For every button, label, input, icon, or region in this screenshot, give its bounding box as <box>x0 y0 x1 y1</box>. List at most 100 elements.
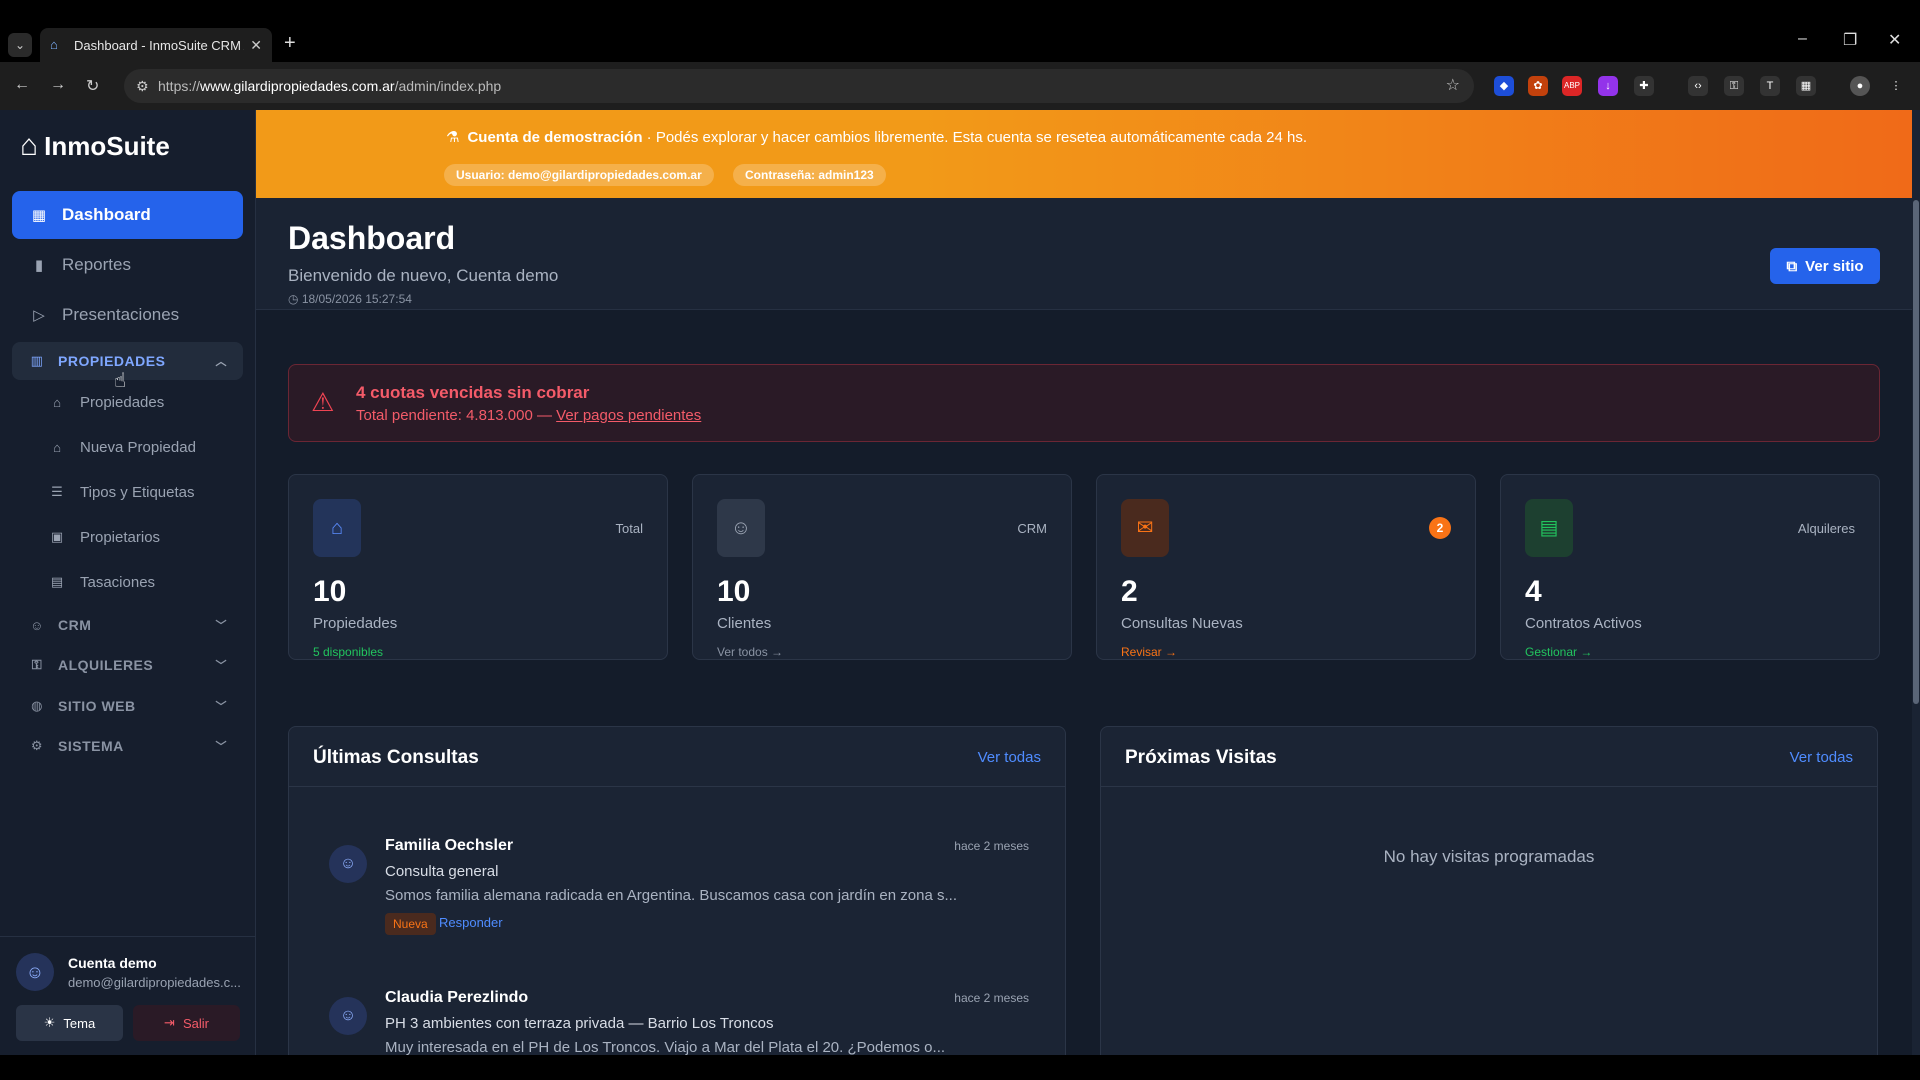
extensions-puzzle-icon[interactable]: ✚ <box>1634 76 1654 96</box>
globe-icon: ◍ <box>31 698 43 713</box>
devtools-icon[interactable]: ‹› <box>1688 76 1708 96</box>
sidebar-subitem-label: Propietarios <box>80 528 161 546</box>
stat-link[interactable]: 5 disponibles <box>313 645 383 659</box>
theme-button[interactable]: ☀ Tema <box>16 1005 123 1041</box>
sidebar-group-sitio-web[interactable]: ◍ SITIO WEB ﹀ <box>12 687 243 725</box>
logout-button[interactable]: ⇥ Salir <box>133 1005 240 1041</box>
chevron-up-icon: ︿ <box>215 356 227 368</box>
sidebar-subitem-label: Tasaciones <box>80 573 156 591</box>
home-icon: ⌂ <box>313 499 361 557</box>
minimize-icon[interactable]: – <box>1798 30 1807 48</box>
sidebar: ⌂ InmoSuite ▦ Dashboard ▮ Reportes ▷ Pre… <box>0 110 256 1055</box>
sidebar-subitem-propietarios[interactable]: ▣ Propietarios <box>48 519 160 555</box>
tab-search-button[interactable]: ⌄ <box>8 33 32 57</box>
extension-icon[interactable]: ✿ <box>1528 76 1548 96</box>
sidebar-subitem-label: Nueva Propiedad <box>80 438 196 456</box>
restore-icon[interactable]: ❐ <box>1843 30 1857 50</box>
sidebar-group-sistema[interactable]: ⚙ SISTEMA ﹀ <box>12 727 243 765</box>
demo-banner-title: Cuenta de demostración <box>467 129 643 146</box>
forward-icon[interactable]: → <box>50 76 66 94</box>
sidebar-item-label: Presentaciones <box>62 305 180 324</box>
sidebar-item-dashboard[interactable]: ▦ Dashboard <box>12 191 243 239</box>
stat-link[interactable]: Ver todos → <box>717 645 783 659</box>
stat-number: 10 <box>717 575 751 608</box>
page-timestamp: ◷ 18/05/2026 15:27:54 <box>288 292 412 306</box>
scrollbar-thumb[interactable] <box>1913 200 1919 704</box>
user-avatar-icon[interactable]: ☺ <box>16 953 54 991</box>
house-logo-icon: ⌂ <box>20 129 39 162</box>
stat-number: 2 <box>1121 575 1138 608</box>
pending-payments-link[interactable]: Ver pagos pendientes <box>556 407 701 424</box>
alert-text: Total pendiente: 4.813.000 — Ver pagos p… <box>356 407 701 424</box>
see-all-link[interactable]: Ver todas <box>1790 749 1853 766</box>
status-badge: Nueva <box>385 913 436 935</box>
address-bar[interactable]: ⚙ https://www.gilardipropiedades.com.ar/… <box>124 69 1474 103</box>
theme-button-label: Tema <box>63 1015 96 1031</box>
profile-avatar-icon[interactable]: ● <box>1850 76 1870 96</box>
sidebar-item-reportes[interactable]: ▮ Reportes <box>12 241 243 289</box>
back-icon[interactable]: ← <box>14 76 30 94</box>
stat-label: Clientes <box>717 615 772 632</box>
stat-link[interactable]: Gestionar → <box>1525 645 1592 659</box>
gear-icon: ⚙ <box>30 738 44 753</box>
sidebar-subitem-tipos-etiquetas[interactable]: ☰ Tipos y Etiquetas <box>48 474 194 510</box>
new-tab-icon[interactable]: + <box>284 32 296 55</box>
sidebar-item-label: Reportes <box>62 255 131 274</box>
close-window-icon[interactable]: ✕ <box>1888 30 1901 50</box>
sidebar-subitem-nueva-propiedad[interactable]: ⌂ Nueva Propiedad <box>48 429 196 465</box>
stat-card-propiedades[interactable]: ⌂ Total 10 Propiedades 5 disponibles <box>288 474 668 660</box>
chevron-down-icon: ﹀ <box>215 701 227 713</box>
sidebar-group-crm[interactable]: ☺ CRM ﹀ <box>12 606 243 644</box>
stat-tag: Total <box>615 521 643 536</box>
query-name: Claudia Perezlindo <box>385 989 529 1006</box>
close-tab-icon[interactable]: ✕ <box>250 37 262 54</box>
sidebar-subitem-propiedades[interactable]: ⌂ Propiedades <box>48 384 164 420</box>
scrollbar[interactable] <box>1912 110 1920 1055</box>
reply-link[interactable]: Responder <box>439 915 503 930</box>
browser-tab[interactable]: ⌂ Dashboard - InmoSuite CRM A ✕ <box>40 28 272 62</box>
page-subtitle: Bienvenido de nuevo, Cuenta demo <box>288 266 559 285</box>
sidebar-group-label: PROPIEDADES <box>58 353 166 369</box>
browser-menu-icon[interactable]: ⋮ <box>1886 76 1906 96</box>
bar-chart-icon: ▮ <box>34 257 44 274</box>
logo[interactable]: ⌂ InmoSuite <box>20 126 170 166</box>
sidebar-subitem-tasaciones[interactable]: ▤ Tasaciones <box>48 564 155 600</box>
view-site-button[interactable]: ⧉ Ver sitio <box>1770 248 1880 284</box>
query-body: Muy interesada en el PH de Los Troncos. … <box>385 1039 946 1055</box>
url-host: www.gilardipropiedades.com.ar <box>200 78 395 94</box>
apps-grid-icon[interactable]: ▦ <box>1796 76 1816 96</box>
url-path: /admin/index.php <box>394 78 502 94</box>
empty-state: No hay visitas programadas <box>1383 847 1595 866</box>
clock-icon: ◷ <box>288 292 302 306</box>
list-item[interactable]: ☺ Claudia Perezlindo hace 2 meses PH 3 a… <box>329 989 1029 1055</box>
mouse-cursor-icon: ☝ <box>114 370 127 392</box>
users-icon: ☺ <box>717 499 765 557</box>
password-key-icon[interactable]: ⚿ <box>1724 76 1744 96</box>
translate-icon[interactable]: T <box>1760 76 1780 96</box>
stat-card-contratos[interactable]: ▤ Alquileres 4 Contratos Activos Gestion… <box>1500 474 1880 660</box>
download-extension-icon[interactable]: ↓ <box>1598 76 1618 96</box>
reload-icon[interactable]: ↻ <box>86 76 99 96</box>
site-info-icon[interactable]: ⚙ <box>136 69 149 103</box>
sidebar-group-alquileres[interactable]: ⚿ ALQUILERES ﹀ <box>12 646 243 684</box>
stat-card-consultas[interactable]: ✉ 2 2 Consultas Nuevas Revisar → <box>1096 474 1476 660</box>
query-body: Somos familia alemana radicada en Argent… <box>385 887 957 904</box>
panel-title: Últimas Consultas <box>313 747 479 768</box>
see-all-link[interactable]: Ver todas <box>978 749 1041 766</box>
alert-total: Total pendiente: 4.813.000 — <box>356 407 557 424</box>
list-item[interactable]: ☺ Familia Oechsler hace 2 meses Consulta… <box>329 837 1029 957</box>
extension-icon[interactable]: ◆ <box>1494 76 1514 96</box>
demo-user-pill: Usuario: demo@gilardipropiedades.com.ar <box>444 164 714 186</box>
adblock-extension-icon[interactable]: ABP <box>1562 76 1582 96</box>
stat-card-clientes[interactable]: ☺ CRM 10 Clientes Ver todos → <box>692 474 1072 660</box>
query-subject: PH 3 ambientes con terraza privada — Bar… <box>385 1015 774 1032</box>
user-avatar-icon: ☺ <box>329 997 367 1035</box>
bookmark-star-icon[interactable]: ☆ <box>1446 69 1460 103</box>
user-email: demo@gilardipropiedades.c... <box>68 975 241 990</box>
main-content: ⚗ Cuenta de demostración · Podés explorar… <box>256 110 1920 1055</box>
sidebar-item-presentaciones[interactable]: ▷ Presentaciones <box>12 291 243 339</box>
sidebar-group-propiedades[interactable]: ▥ PROPIEDADES ︿ <box>12 342 243 380</box>
user-name: Cuenta demo <box>68 955 157 971</box>
query-name: Familia Oechsler <box>385 837 514 854</box>
stat-link[interactable]: Revisar → <box>1121 645 1177 659</box>
